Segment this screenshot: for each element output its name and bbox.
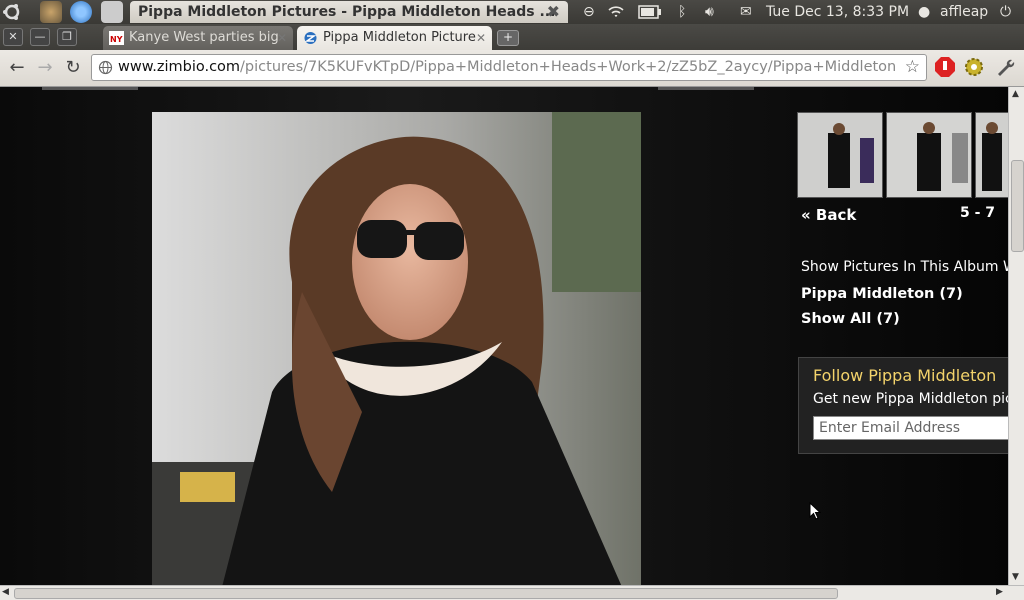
- follow-box: Follow Pippa Middleton Get new Pippa Mid…: [798, 357, 1008, 454]
- battery-icon[interactable]: [638, 0, 662, 24]
- tab-kanye-west[interactable]: NY Kanye West parties big ✕: [103, 26, 293, 50]
- new-tab-button[interactable]: +: [497, 30, 519, 46]
- nav-divider: [42, 87, 138, 90]
- reload-icon[interactable]: ↻: [62, 57, 84, 79]
- main-photo[interactable]: [152, 112, 641, 585]
- mouse-cursor-icon: [809, 502, 821, 520]
- horizontal-scroll-thumb[interactable]: [14, 588, 838, 599]
- thumbnail-5[interactable]: [797, 112, 883, 198]
- address-bar[interactable]: www.zimbio.com/pictures/7K5KUFvKTpD/Pipp…: [91, 54, 927, 81]
- svg-text:NY: NY: [110, 35, 123, 44]
- wifi-icon[interactable]: [607, 0, 625, 24]
- scroll-up-icon[interactable]: ▲: [1012, 89, 1019, 99]
- back-arrow-icon[interactable]: ←: [6, 57, 28, 79]
- page-count: 5 - 7: [960, 205, 996, 221]
- close-icon[interactable]: ✕: [3, 28, 23, 46]
- ntp-favicon-icon: NY: [109, 31, 124, 45]
- thumbnail-6[interactable]: [886, 112, 972, 198]
- user-status-icon[interactable]: ●: [918, 0, 930, 24]
- horizontal-scrollbar[interactable]: ◀ ▶: [0, 585, 1024, 600]
- zimbio-favicon-icon: [304, 32, 317, 44]
- firefox-launcher-icon[interactable]: [40, 1, 62, 23]
- extension-gear-icon[interactable]: [963, 56, 985, 78]
- minimize-icon[interactable]: —: [30, 28, 50, 46]
- tab-label: Pippa Middleton Picture: [323, 30, 476, 45]
- maximize-icon[interactable]: ❐: [57, 28, 77, 46]
- browser-toolbar: ← → ↻ www.zimbio.com/pictures/7K5KUFvKTp…: [0, 50, 1024, 87]
- volume-icon[interactable]: 🔊︎: [705, 0, 714, 24]
- window-title: Pippa Middleton Pictures - Pippa Middlet…: [130, 1, 568, 23]
- follow-description: Get new Pippa Middleton pictures: [813, 391, 1008, 407]
- chromium-launcher-icon[interactable]: [70, 1, 92, 23]
- album-filter-label: Show Pictures In This Album With: [801, 259, 1008, 275]
- tab-strip: ✕ — ❐ NY Kanye West parties big ✕ Pippa …: [0, 24, 1024, 50]
- adblock-icon[interactable]: [934, 56, 956, 78]
- tab-close-icon[interactable]: ✕: [277, 26, 287, 50]
- url-text[interactable]: www.zimbio.com/pictures/7K5KUFvKTpD/Pipp…: [118, 55, 896, 80]
- ubuntu-logo-icon[interactable]: [2, 2, 22, 22]
- scroll-right-icon[interactable]: ▶: [996, 587, 1003, 597]
- vertical-scroll-thumb[interactable]: [1011, 160, 1024, 252]
- scroll-left-icon[interactable]: ◀: [2, 587, 9, 597]
- filter-link-show-all[interactable]: Show All (7): [801, 311, 900, 327]
- filter-link-pippa[interactable]: Pippa Middleton (7): [801, 286, 963, 302]
- clock-text[interactable]: Tue Dec 13, 8:33 PM: [766, 0, 909, 24]
- page-content: « Back 5 - 7 Show Pictures In This Album…: [0, 87, 1008, 585]
- power-menu-icon[interactable]: ⊖: [583, 0, 595, 24]
- vertical-scrollbar[interactable]: ▲ ▼: [1008, 87, 1024, 585]
- gallery-sidebar: « Back 5 - 7 Show Pictures In This Album…: [797, 87, 1008, 585]
- forward-arrow-icon[interactable]: →: [34, 57, 56, 79]
- thumbnail-7[interactable]: [975, 112, 1008, 198]
- url-domain: www.zimbio.com: [118, 59, 241, 75]
- bookmark-star-icon[interactable]: ☆: [905, 57, 920, 77]
- scroll-down-icon[interactable]: ▼: [1012, 572, 1019, 582]
- close-window-icon[interactable]: ✖: [547, 1, 560, 23]
- text-editor-launcher-icon[interactable]: [101, 1, 123, 23]
- tab-label: Kanye West parties big: [129, 30, 279, 45]
- nav-divider: [658, 87, 754, 90]
- bluetooth-icon[interactable]: ᛒ: [678, 0, 686, 24]
- tab-pippa-middleton[interactable]: Pippa Middleton Picture ✕: [297, 26, 492, 50]
- window-title-text: Pippa Middleton Pictures - Pippa Middlet…: [138, 4, 556, 20]
- globe-icon: [98, 60, 113, 75]
- user-name[interactable]: affleap: [940, 0, 988, 24]
- back-link[interactable]: « Back: [801, 206, 856, 224]
- email-field[interactable]: [813, 416, 1008, 440]
- wrench-icon[interactable]: [994, 56, 1016, 78]
- mail-icon[interactable]: ✉: [740, 0, 752, 24]
- shutdown-icon[interactable]: ⏻: [1000, 0, 1011, 24]
- follow-title: Follow Pippa Middleton: [813, 366, 997, 385]
- system-panel: Pippa Middleton Pictures - Pippa Middlet…: [0, 0, 1024, 24]
- url-path: /pictures/7K5KUFvKTpD/Pippa+Middleton+He…: [240, 59, 897, 75]
- tab-close-icon[interactable]: ✕: [476, 26, 486, 50]
